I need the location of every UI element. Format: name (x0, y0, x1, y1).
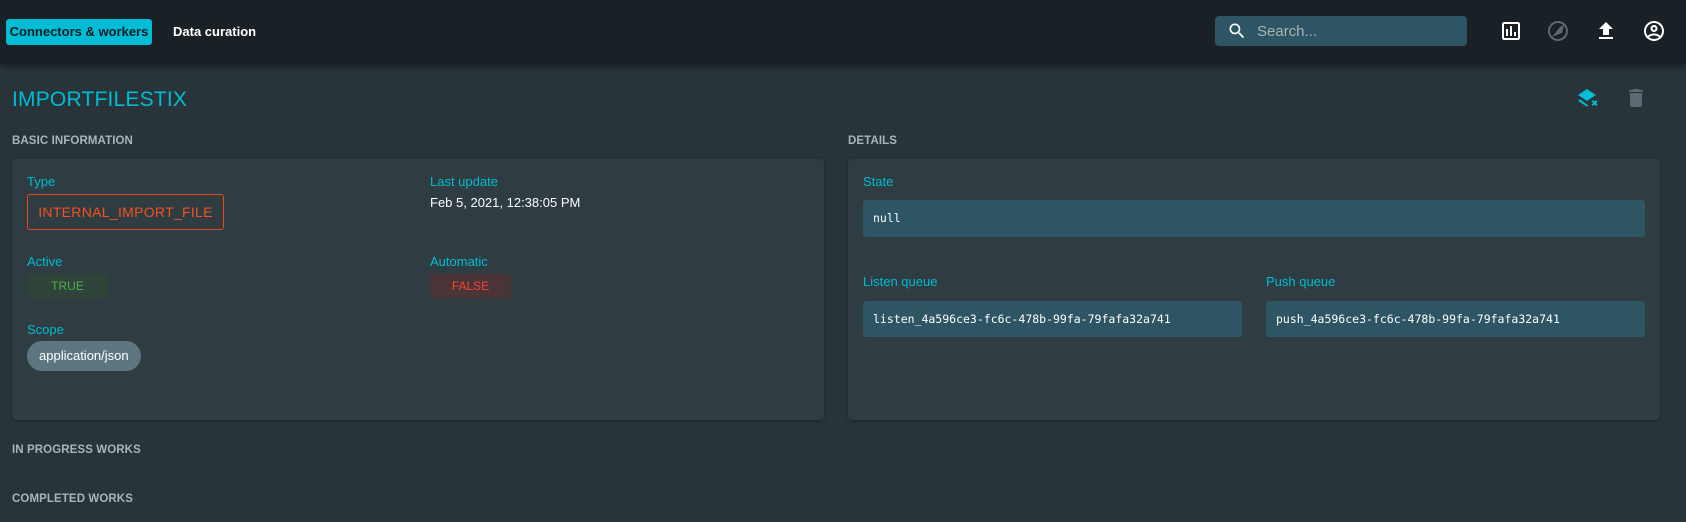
active-status-badge: TRUE (27, 274, 108, 298)
upload-icon[interactable] (1594, 19, 1618, 43)
nav-connectors-workers[interactable]: Connectors & workers (6, 19, 152, 45)
automatic-label: Automatic (430, 254, 488, 269)
details-panel: State null Listen queue listen_4a596ce3-… (848, 159, 1660, 420)
details-heading: DETAILS (848, 135, 898, 147)
scope-chip: application/json (27, 341, 141, 371)
layers-clear-icon[interactable] (1575, 86, 1599, 110)
type-chip: INTERNAL_IMPORT_FILE (27, 194, 224, 230)
in-progress-works-heading: IN PROGRESS WORKS (12, 444, 141, 456)
listen-queue-value: listen_4a596ce3-fc6c-478b-99fa-79fafa32a… (863, 301, 1242, 337)
active-label: Active (27, 254, 63, 269)
state-label: State (863, 174, 894, 189)
last-update-label: Last update (430, 174, 498, 189)
search-icon (1229, 23, 1245, 39)
completed-works-heading: COMPLETED WORKS (12, 493, 133, 505)
automatic-status-badge: FALSE (430, 274, 511, 298)
page-title: IMPORTFILESTIX (12, 88, 188, 111)
state-value: null (863, 200, 1645, 237)
last-update-value: Feb 5, 2021, 12:38:05 PM (430, 195, 581, 210)
nav-data-curation[interactable]: Data curation (167, 19, 262, 45)
search-box[interactable] (1215, 16, 1467, 46)
scope-label: Scope (27, 322, 64, 337)
explore-icon[interactable] (1546, 19, 1570, 43)
chart-icon[interactable] (1499, 19, 1523, 43)
push-queue-value: push_4a596ce3-fc6c-478b-99fa-79fafa32a74… (1266, 301, 1645, 337)
basic-information-panel: Type INTERNAL_IMPORT_FILE Last update Fe… (12, 159, 824, 420)
top-bar: Connectors & workers Data curation (0, 0, 1686, 64)
basic-information-heading: BASIC INFORMATION (12, 135, 133, 147)
search-input[interactable] (1257, 16, 1457, 46)
type-label: Type (27, 174, 56, 189)
delete-icon[interactable] (1624, 86, 1648, 110)
listen-queue-label: Listen queue (863, 274, 938, 289)
account-icon[interactable] (1642, 19, 1666, 43)
push-queue-label: Push queue (1266, 274, 1336, 289)
